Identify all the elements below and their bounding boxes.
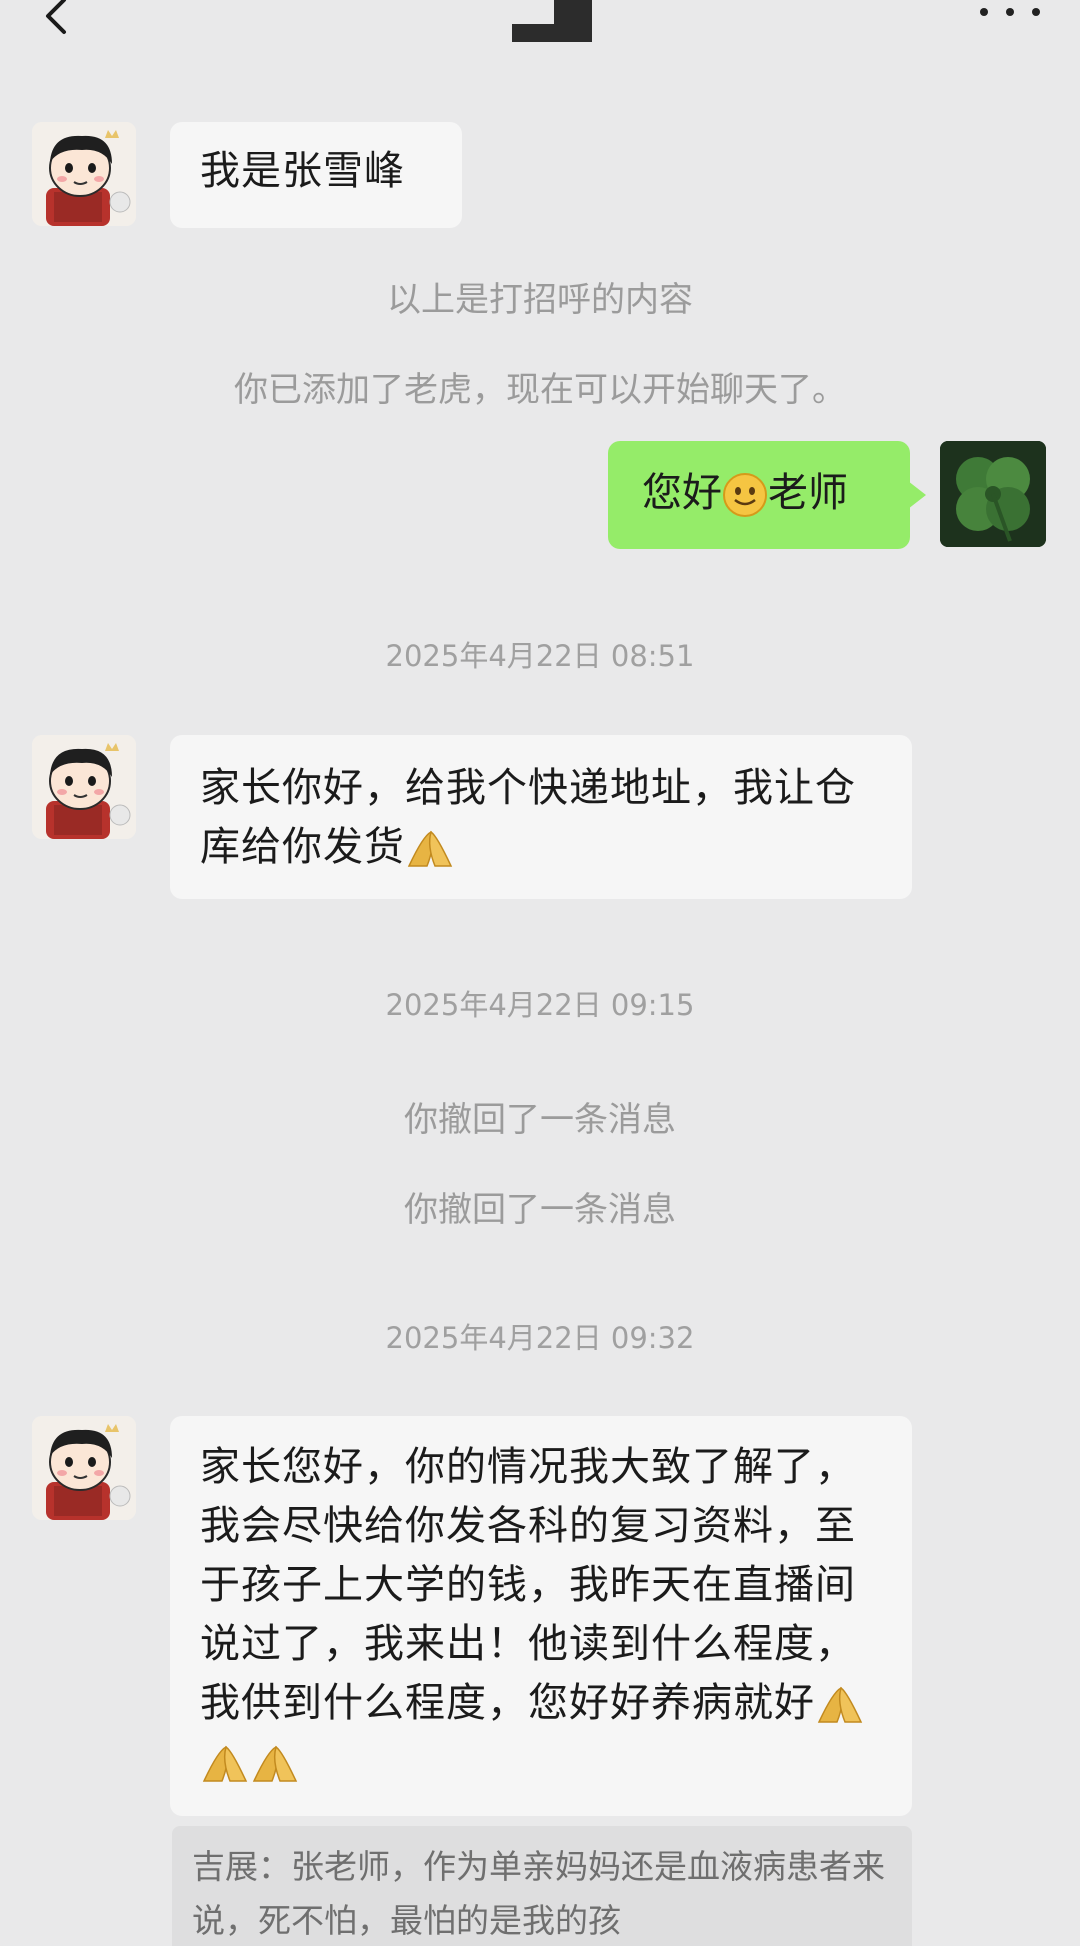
- praying-hands-icon: [407, 830, 453, 867]
- four-leaf-clover-avatar: [940, 441, 1046, 547]
- smile-emoji-icon: [723, 473, 767, 517]
- top-bar: [0, 0, 1080, 60]
- contact-avatar[interactable]: [32, 735, 136, 839]
- message-bubble-incoming[interactable]: 家长您好，你的情况我大致了解了，我会尽快给你发各科的复习资料，至于孩子上大学的钱…: [170, 1416, 912, 1816]
- timestamp: 2025年4月22日 08:51: [385, 639, 695, 673]
- timestamp: 2025年4月22日 09:15: [385, 988, 695, 1022]
- cartoon-avatar-icon: [32, 735, 136, 839]
- more-button[interactable]: [980, 0, 1040, 24]
- cartoon-avatar-icon: [32, 1416, 136, 1520]
- recall-notice: 你撤回了一条消息: [404, 1190, 676, 1230]
- my-avatar[interactable]: [940, 441, 1046, 547]
- message-text: 我是张雪峰: [200, 148, 405, 194]
- contact-avatar[interactable]: [32, 122, 136, 226]
- system-notice: 你已添加了老虎，现在可以开始聊天了。: [234, 370, 846, 410]
- quoted-text: 吉展：张老师，作为单亲妈妈还是血液病患者来说，死不怕，最怕的是我的孩: [192, 1847, 885, 1940]
- contact-avatar[interactable]: [32, 1416, 136, 1520]
- chevron-left-icon: [46, 0, 66, 34]
- cartoon-avatar-icon: [32, 122, 136, 226]
- message-text-part: 老师: [768, 470, 848, 516]
- chat-screen: 我是张雪峰 以上是打招呼的内容 你已添加了老虎，现在可以开始聊天了。 您好 老师…: [0, 0, 1080, 1946]
- message-bubble-outgoing[interactable]: 您好 老师: [608, 441, 926, 549]
- message-bubble-incoming[interactable]: 家长你好，给我个快递地址，我让仓库给你发货: [170, 735, 912, 899]
- praying-hands-icon: [817, 1686, 863, 1723]
- back-button[interactable]: [36, 0, 86, 44]
- praying-hands-icon: [202, 1745, 248, 1782]
- contact-name-redacted: [512, 0, 592, 42]
- more-dot: [1032, 8, 1040, 16]
- message-bubble-incoming[interactable]: 我是张雪峰: [170, 122, 462, 228]
- quoted-message[interactable]: 吉展：张老师，作为单亲妈妈还是血液病患者来说，死不怕，最怕的是我的孩: [172, 1826, 912, 1946]
- recall-notice: 你撤回了一条消息: [404, 1100, 676, 1140]
- timestamp: 2025年4月22日 09:32: [385, 1321, 695, 1355]
- message-text: 家长你好，给我个快递地址，我让仓库给你发货: [200, 765, 856, 870]
- more-dot: [1006, 8, 1014, 16]
- praying-hands-icon: [252, 1745, 298, 1782]
- system-notice: 以上是打招呼的内容: [387, 280, 693, 320]
- message-text-part: 您好: [642, 470, 722, 516]
- more-dot: [980, 8, 988, 16]
- message-text: 家长您好，你的情况我大致了解了，我会尽快给你发各科的复习资料，至于孩子上大学的钱…: [200, 1444, 856, 1726]
